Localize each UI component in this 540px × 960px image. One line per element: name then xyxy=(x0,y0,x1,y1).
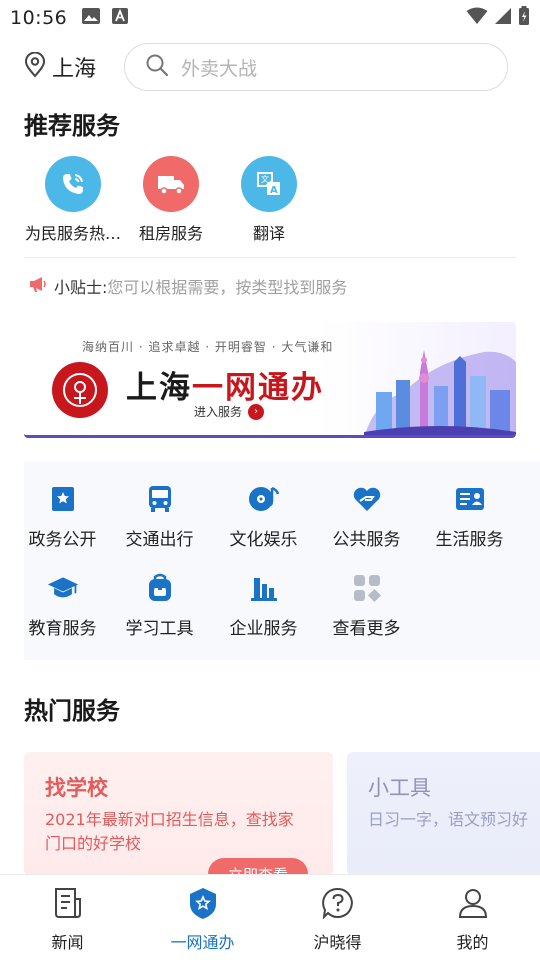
news-icon xyxy=(50,885,86,921)
nav-label: 新闻 xyxy=(51,933,84,952)
recommended-list: 为民服务热… 租房服务 文A 翻译 xyxy=(24,156,318,244)
bottom-nav: 新闻 一网通办 沪晓得 我的 xyxy=(0,874,540,960)
wifi-icon xyxy=(466,7,488,29)
category-label: 查看更多 xyxy=(332,619,401,639)
rec-item-translate[interactable]: 文A 翻译 xyxy=(220,156,318,244)
search-input[interactable]: 外卖大战 xyxy=(124,43,508,91)
recommended-title: 推荐服务 xyxy=(24,112,120,140)
svg-text:A: A xyxy=(270,185,278,196)
search-icon xyxy=(145,53,169,81)
graduation-cap-icon xyxy=(47,572,79,604)
location-selector[interactable]: 上海 xyxy=(24,50,96,84)
divider xyxy=(24,257,516,258)
service-shield-icon xyxy=(185,885,221,921)
category-item[interactable]: 公共服务 xyxy=(315,483,418,550)
category-item[interactable]: 交通出行 xyxy=(108,483,211,550)
user-icon xyxy=(455,885,491,921)
shanghai-logo-icon xyxy=(52,362,108,418)
banner-title-highlight: 一网通办 xyxy=(192,370,324,406)
banner-slogan: 海纳百川 · 追求卓越 · 开明睿智 · 大气谦和 xyxy=(82,340,334,354)
tips-text: 您可以根据需要，按类型找到服务 xyxy=(107,278,348,297)
rec-label: 为民服务热… xyxy=(24,224,121,243)
category-item[interactable]: 学习工具 xyxy=(108,572,211,639)
rec-item-rental[interactable]: 租房服务 xyxy=(122,156,220,244)
image-icon xyxy=(81,7,101,29)
nav-label: 我的 xyxy=(456,933,489,952)
category-label: 生活服务 xyxy=(435,530,504,550)
truck-icon xyxy=(143,156,199,212)
question-bubble-icon xyxy=(320,885,356,921)
category-item[interactable]: 文化娱乐 xyxy=(212,483,315,550)
category-label: 企业服务 xyxy=(229,619,298,639)
status-bar: 10:56 xyxy=(0,0,540,36)
card-title: 找学校 xyxy=(45,776,108,800)
card-find-school[interactable]: 找学校 2021年最新对口招生信息，查找家门口的好学校 立即查看 xyxy=(24,752,333,876)
text-a-icon xyxy=(111,7,129,29)
category-item[interactable]: 生活服务 xyxy=(418,483,521,550)
card-description: 日习一字，语文预习好 xyxy=(368,810,529,829)
header: 上海 外卖大战 xyxy=(0,40,540,96)
category-item[interactable]: 查看更多 xyxy=(315,572,418,639)
tips-label: 小贴士: xyxy=(54,278,108,297)
category-label: 公共服务 xyxy=(332,530,401,550)
nav-tab-news[interactable]: 新闻 xyxy=(0,885,135,953)
id-card-icon xyxy=(454,483,486,515)
category-label: 学习工具 xyxy=(125,619,194,639)
category-item[interactable]: 教育服务 xyxy=(11,572,114,639)
card-tools[interactable]: 小工具 日习一字，语文预习好 xyxy=(347,752,540,876)
card-title: 小工具 xyxy=(368,776,431,800)
phone-icon xyxy=(45,156,101,212)
tips-bar: 小贴士: 您可以根据需要，按类型找到服务 xyxy=(28,274,347,298)
translate-icon: 文A xyxy=(241,156,297,212)
card-description: 2021年最新对口招生信息，查找家门口的好学校 xyxy=(45,810,294,853)
nav-tab-yiwangtongban[interactable]: 一网通办 xyxy=(135,885,270,953)
nav-tab-huxiaode[interactable]: 沪晓得 xyxy=(270,885,405,953)
music-disc-icon xyxy=(248,483,280,515)
building-chart-icon xyxy=(248,572,280,604)
bus-icon xyxy=(144,483,176,515)
signal-icon xyxy=(494,7,512,29)
banner-enter-button[interactable]: 进入服务 › xyxy=(194,403,265,420)
arrow-right-icon: › xyxy=(248,403,265,420)
category-label: 政务公开 xyxy=(28,530,97,550)
city-name: 上海 xyxy=(52,57,97,82)
bookmark-star-icon xyxy=(47,483,79,515)
megaphone-icon xyxy=(28,275,48,297)
grid-more-icon xyxy=(351,572,383,604)
nav-label: 沪晓得 xyxy=(313,933,362,952)
category-label: 交通出行 xyxy=(125,530,194,550)
hot-services-title: 热门服务 xyxy=(24,697,120,725)
banner-title-main: 上海 xyxy=(126,370,192,406)
backpack-icon xyxy=(144,572,176,604)
nav-label: 一网通办 xyxy=(170,933,235,952)
category-item[interactable]: 政务公开 xyxy=(11,483,114,550)
search-placeholder: 外卖大战 xyxy=(181,57,258,80)
banner-enter-label: 进入服务 xyxy=(194,405,243,419)
battery-icon xyxy=(518,6,530,30)
nav-tab-mine[interactable]: 我的 xyxy=(405,885,540,953)
rec-item-hotline[interactable]: 为民服务热… xyxy=(24,156,122,244)
category-item[interactable]: 企业服务 xyxy=(212,572,315,639)
skyline-illustration xyxy=(364,332,516,435)
yiwangtongban-banner[interactable]: 海纳百川 · 追求卓越 · 开明睿智 · 大气谦和 上海一网通办 进入服务 › xyxy=(24,322,516,438)
banner-title: 上海一网通办 xyxy=(126,362,324,407)
category-label: 教育服务 xyxy=(28,619,97,639)
heart-hand-icon xyxy=(351,483,383,515)
rec-label: 租房服务 xyxy=(138,224,203,243)
category-label: 文化娱乐 xyxy=(229,530,298,550)
category-panel: 政务公开 交通出行 文化娱乐 公共服务 生活服务 教育服务 学习工具 企业服务 … xyxy=(24,461,540,660)
status-time: 10:56 xyxy=(10,7,68,29)
rec-label: 翻译 xyxy=(252,224,285,243)
location-pin-icon xyxy=(24,51,46,82)
